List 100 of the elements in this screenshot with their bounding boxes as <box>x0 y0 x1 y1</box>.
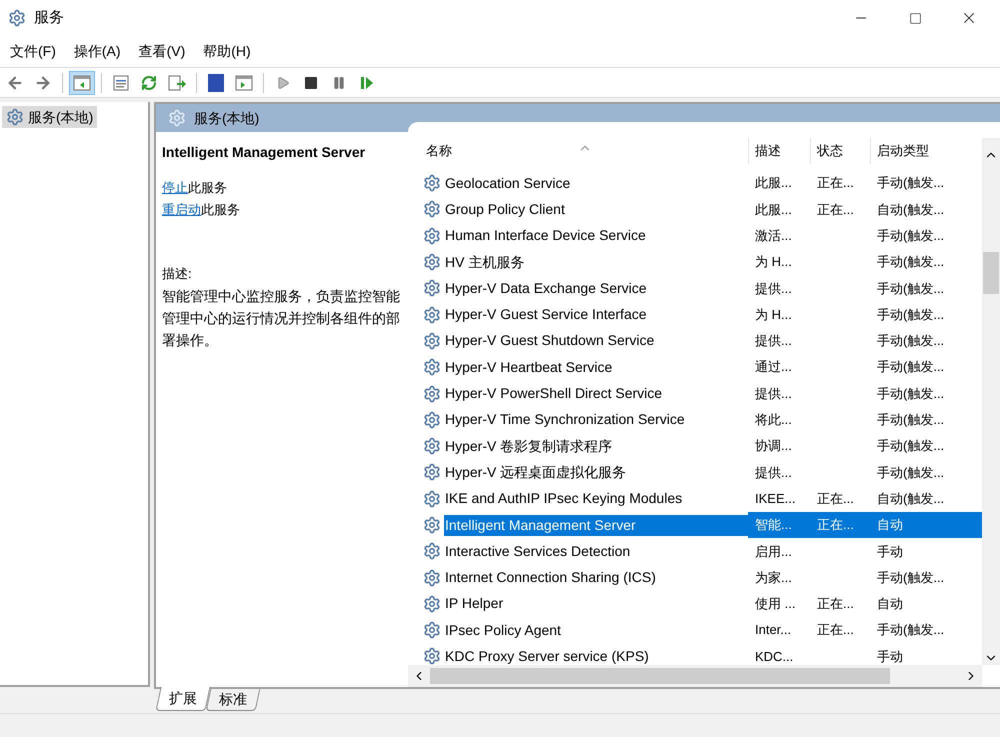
table-cell-text: 自动 <box>876 516 904 534</box>
action-link[interactable]: 重启动 <box>162 199 201 221</box>
table-cell-text: IP Helper <box>444 594 504 614</box>
gear-icon <box>423 174 441 192</box>
view-tab[interactable]: 扩展 <box>155 687 211 711</box>
table-cell-text: HV 主机服务 <box>444 252 526 272</box>
menu-item[interactable]: 文件(F) <box>2 41 64 62</box>
table-cell: 正在... <box>817 202 854 217</box>
table-cell-text: 手动(触发... <box>876 332 946 350</box>
table-cell-text: 手动(触发... <box>876 358 946 376</box>
gear-icon <box>423 463 441 482</box>
forward-icon <box>34 74 52 92</box>
scroll-thumb[interactable] <box>430 668 890 684</box>
scroll-thumb[interactable] <box>983 252 999 294</box>
panel-title: 服务(本地) <box>194 108 260 128</box>
service-row[interactable]: IP Helper 使用 ... 正在... 自动 <box>408 590 982 618</box>
service-row[interactable]: Human Interface Device Service 激活... 手动(触发... <box>408 222 982 249</box>
view-tab[interactable]: 标准 <box>206 689 260 711</box>
service-row[interactable]: Hyper-V PowerShell Direct Service 提供... 手动(触发... <box>408 380 982 407</box>
table-cell-text: Hyper-V Time Synchronization Service <box>444 410 686 430</box>
table-cell-text: 手动(触发... <box>876 464 946 482</box>
gear-icon <box>6 108 24 126</box>
table-cell-text: IPsec Policy Agent <box>444 620 562 640</box>
service-row[interactable]: Hyper-V Time Synchronization Service 将此... 手动(触发... <box>408 406 982 433</box>
gear-icon <box>8 9 26 27</box>
back-icon <box>6 74 24 92</box>
column-header[interactable]: 描述 <box>748 138 810 164</box>
service-row[interactable]: Hyper-V 远程桌面虚拟化服务 提供... 手动(触发... <box>408 459 982 486</box>
service-row[interactable]: Hyper-V 卷影复制请求程序 协调... 手动(触发... <box>408 432 982 460</box>
table-cell-text: 提供... <box>754 280 793 298</box>
table-cell-text: 手动(触发... <box>876 253 946 272</box>
service-row[interactable]: Hyper-V Guest Shutdown Service 提供... 手动(触发... <box>408 328 982 354</box>
table-cell-text: 此服... <box>754 200 793 219</box>
table-cell-text: Human Interface Device Service <box>444 226 647 246</box>
table-cell: 正在... <box>817 517 854 532</box>
table-cell-text: Hyper-V Heartbeat Service <box>444 358 614 377</box>
action-pane-icon <box>235 74 253 90</box>
column-header[interactable]: 启动类型 <box>870 138 964 164</box>
gear-icon <box>423 332 441 350</box>
service-row[interactable]: Interactive Services Detection 启用... 手动 <box>408 538 982 564</box>
gear-icon <box>423 437 441 456</box>
table-cell: 正在... <box>817 175 854 190</box>
table-cell-text: 自动 <box>876 595 904 614</box>
window-title: 服务 <box>34 8 64 28</box>
service-row[interactable]: IPsec Policy Agent Inter... 正在... 手动(触发... <box>408 617 982 644</box>
service-row[interactable]: Internet Connection Sharing (ICS) 为家... 手动(触发... <box>408 564 982 591</box>
horizontal-scrollbar[interactable] <box>408 665 982 687</box>
show-tree-button[interactable] <box>69 70 95 94</box>
action-text: 此服务 <box>188 179 227 197</box>
menu-item[interactable]: 查看(V) <box>130 41 194 62</box>
gear-icon <box>423 306 441 324</box>
table-cell-text: Group Policy Client <box>444 200 566 219</box>
table-cell-text: 手动(触发... <box>876 306 946 324</box>
table-cell-text: 手动(触发... <box>876 411 946 430</box>
table-cell-text: 将此... <box>754 411 793 430</box>
gear-icon <box>423 516 441 534</box>
table-cell: 正在... <box>817 490 854 506</box>
table-cell-text: 为家... <box>754 568 793 587</box>
service-title: Intelligent Management Server <box>162 143 366 162</box>
table-cell-text: Hyper-V Guest Service Interface <box>444 305 648 324</box>
stop-icon <box>305 76 317 88</box>
menu-item[interactable]: 操作(A) <box>66 41 129 62</box>
column-header[interactable]: 名称 <box>408 138 748 164</box>
vertical-scrollbar[interactable] <box>982 138 1000 665</box>
table-cell-text: 智能... <box>754 516 793 534</box>
table-cell-text: 手动 <box>876 648 904 665</box>
action-text: 此服务 <box>201 201 240 219</box>
action-link[interactable]: 停止 <box>162 177 188 199</box>
gear-icon <box>423 490 441 508</box>
service-row[interactable]: Hyper-V Heartbeat Service 通过... 手动(触发... <box>408 354 982 380</box>
table-cell-text: IKEE... <box>754 490 796 508</box>
service-row[interactable]: Hyper-V Guest Service Interface 为 H... 手动(触发... <box>408 301 982 328</box>
table-cell: Intelligent Management Server <box>444 514 748 536</box>
gear-icon <box>423 542 441 560</box>
table-cell-text: 启用... <box>754 542 793 561</box>
tree-item[interactable]: 服务(本地) <box>2 106 98 128</box>
table-cell-text: 提供... <box>754 384 793 403</box>
gear-icon <box>423 200 441 218</box>
gear-icon <box>423 410 441 429</box>
maximize-icon[interactable] <box>908 12 922 24</box>
table-cell-text: Hyper-V PowerShell Direct Service <box>444 384 664 404</box>
service-row[interactable]: KDC Proxy Server service (KPS) KDC... 手动 <box>408 643 982 665</box>
gear-icon <box>168 109 186 127</box>
table-cell-text: 自动(触发... <box>876 490 946 508</box>
service-row[interactable]: Hyper-V Data Exchange Service 提供... 手动(触发... <box>408 275 982 302</box>
service-row[interactable]: Group Policy Client 此服... 正在... 自动(触发... <box>408 196 982 223</box>
table-cell-text: 使用 ... <box>754 595 796 614</box>
service-row[interactable]: Intelligent Management Server 智能... 正在... 自动 <box>408 512 982 538</box>
description-label: 描述: <box>162 265 193 283</box>
service-row[interactable]: IKE and AuthIP IPsec Keying Modules IKEE... 正在... 自动(触发... <box>408 486 982 512</box>
gear-icon <box>423 568 441 587</box>
table-cell-text: 手动(触发... <box>876 280 946 298</box>
table-cell: 正在... <box>817 596 854 612</box>
column-header[interactable]: 状态 <box>810 138 870 164</box>
service-row[interactable]: HV 主机服务 为 H... 手动(触发... <box>408 248 982 276</box>
properties-icon <box>113 74 129 90</box>
export-list-icon <box>168 74 186 90</box>
menu-item[interactable]: 帮助(H) <box>195 41 259 62</box>
service-row[interactable]: Geolocation Service 此服... 正在... 手动(触发... <box>408 170 982 196</box>
table-cell-text: 通过... <box>754 358 793 376</box>
